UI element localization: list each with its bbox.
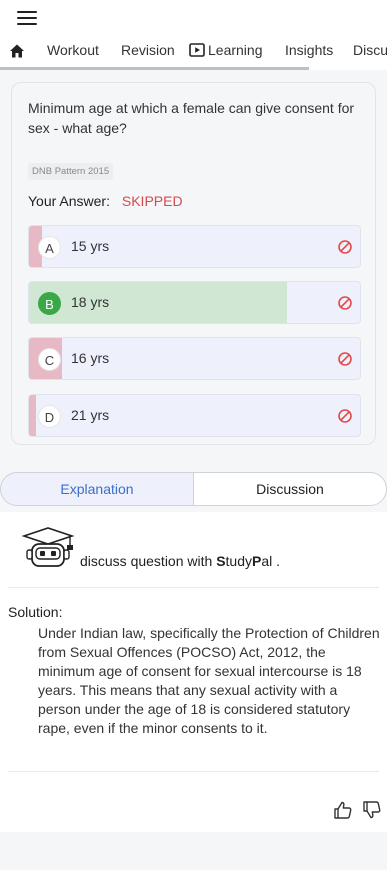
no-entry-icon [338, 409, 352, 423]
pattern-badge: DNB Pattern 2015 [28, 163, 114, 180]
explanation-panel: discuss question with StudyPal . Solutio… [0, 512, 387, 832]
answer-value: SKIPPED [121, 193, 183, 209]
nav-tabs: Workout Revision Learning Insights Discu [0, 38, 387, 64]
your-answer: Your Answer: SKIPPED [28, 193, 183, 209]
tab-insights[interactable]: Insights [285, 38, 333, 62]
tab-revision[interactable]: Revision [121, 38, 175, 62]
studypal-suffix: . [272, 553, 281, 569]
option-d[interactable]: D 21 yrs [28, 394, 361, 437]
option-d-text: 21 yrs [71, 407, 110, 423]
studypal-prefix: discuss question with [80, 553, 217, 569]
question-card: Minimum age at which a female can give c… [11, 82, 376, 445]
solution-text: Under Indian law, specifically the Prote… [38, 625, 380, 736]
studypal-brand-al: al [261, 553, 273, 569]
option-b-response-bar [29, 282, 288, 323]
option-c-letter: C [38, 348, 61, 371]
tab-discussion[interactable]: Discu [353, 38, 387, 62]
option-b-text: 18 yrs [71, 294, 110, 310]
play-box-icon [189, 43, 205, 57]
tab-learning[interactable]: Learning [189, 38, 263, 62]
tab-learning-label: Learning [208, 42, 263, 58]
detail-tabs: Explanation Discussion [0, 472, 387, 506]
top-bar: Workout Revision Learning Insights Discu [0, 0, 387, 70]
studypal-brand-p: P [252, 553, 262, 569]
studypal-brand-s: S [216, 553, 226, 569]
option-a[interactable]: A 15 yrs [28, 225, 361, 268]
option-d-letter: D [38, 405, 61, 428]
no-entry-icon [338, 240, 352, 254]
question-text: Minimum age at which a female can give c… [28, 100, 355, 136]
no-entry-icon [338, 296, 352, 310]
option-d-response-bar [29, 395, 36, 436]
thumbs-up-icon[interactable] [333, 800, 353, 820]
option-b-letter: B [38, 292, 61, 315]
studypal-robot-icon[interactable] [20, 526, 76, 570]
answer-label: Your Answer: [28, 193, 110, 209]
option-c-text: 16 yrs [71, 350, 110, 366]
studypal-brand-tudy: tudy [225, 553, 252, 569]
option-c[interactable]: C 16 yrs [28, 337, 361, 380]
thumbs-down-icon[interactable] [362, 800, 382, 820]
tab-explanation[interactable]: Explanation [0, 472, 194, 506]
tab-scroll-indicator [0, 67, 309, 70]
studypal-link[interactable]: discuss question with StudyPal . [80, 553, 280, 569]
no-entry-icon [338, 352, 352, 366]
hamburger-icon[interactable] [17, 11, 37, 27]
divider [8, 587, 379, 588]
option-b[interactable]: B 18 yrs [28, 281, 361, 324]
home-icon[interactable] [9, 42, 25, 58]
option-a-letter: A [38, 236, 61, 259]
solution-label: Solution: [8, 604, 63, 620]
tab-workout[interactable]: Workout [47, 38, 99, 62]
divider [8, 771, 379, 772]
tab-discussion-detail[interactable]: Discussion [193, 472, 387, 506]
option-a-text: 15 yrs [71, 238, 110, 254]
